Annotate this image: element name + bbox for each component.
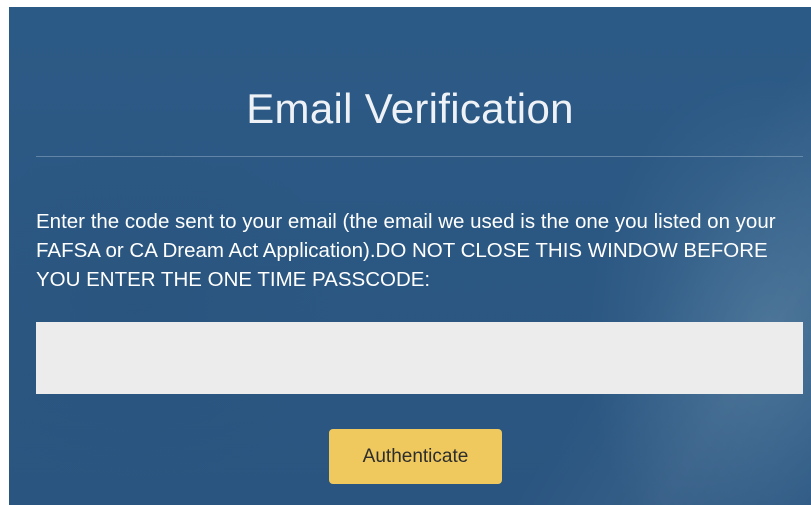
verification-panel: Email Verification Enter the code sent t… xyxy=(9,7,811,505)
title-divider xyxy=(36,156,803,157)
authenticate-button[interactable]: Authenticate xyxy=(329,429,502,484)
page-title: Email Verification xyxy=(246,85,574,132)
passcode-input[interactable] xyxy=(36,322,803,394)
instructions-text: Enter the code sent to your email (the e… xyxy=(36,210,776,291)
